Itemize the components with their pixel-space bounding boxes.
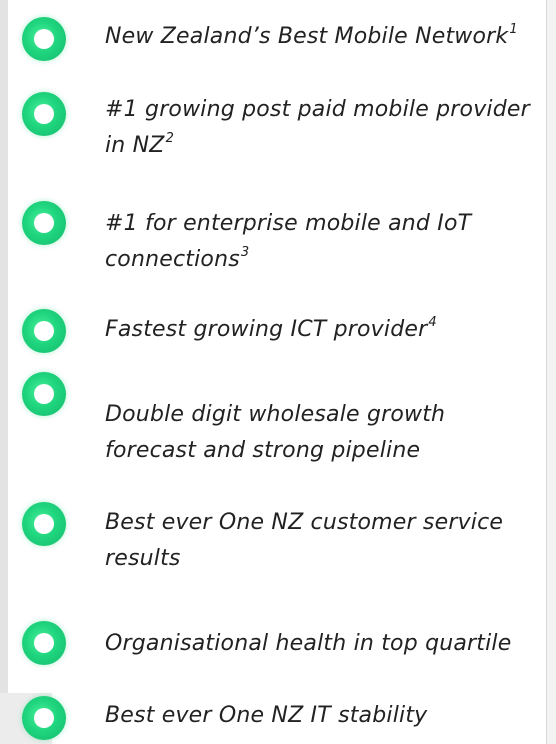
green-ring-icon <box>22 92 66 136</box>
green-ring-icon <box>22 372 66 416</box>
green-ring-icon <box>22 17 66 61</box>
green-ring-icon <box>22 696 66 740</box>
item-text: #1 growing post paid mobile provider in … <box>105 97 530 158</box>
green-ring-icon <box>22 502 66 546</box>
item-text: #1 for enterprise mobile and IoT connect… <box>105 211 472 272</box>
footnote-marker: 2 <box>165 130 175 146</box>
green-ring-icon <box>22 621 66 665</box>
green-ring-icon <box>22 201 66 245</box>
footnote-marker: 3 <box>240 244 250 260</box>
item-text: Organisational health in top quartile <box>105 631 512 656</box>
item-text: Double digit wholesale growth forecast a… <box>105 402 446 463</box>
green-ring-icon <box>22 309 66 353</box>
item-text: Fastest growing ICT provider4 <box>105 314 437 342</box>
item-text: New Zealand’s Best Mobile Network1 <box>105 21 518 49</box>
footnote-marker: 1 <box>509 21 518 37</box>
footnote-marker: 4 <box>428 314 437 330</box>
item-text: Best ever One NZ IT stability <box>105 703 428 728</box>
item-text: Best ever One NZ customer service result… <box>105 510 504 571</box>
